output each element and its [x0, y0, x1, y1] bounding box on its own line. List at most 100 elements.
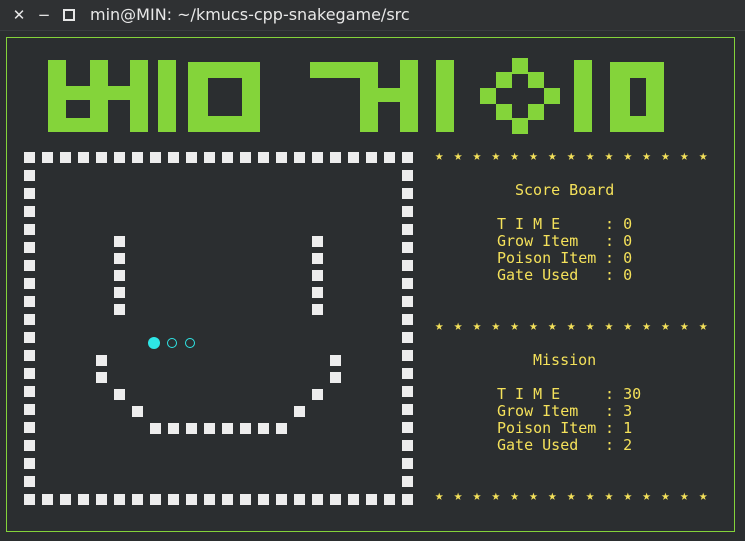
- obstacle-block: [312, 253, 323, 264]
- mission-gate-label: Gate Used: [497, 436, 579, 454]
- score-grow-value: 0: [623, 232, 633, 250]
- snake-body-segment: [185, 338, 195, 348]
- wall-block: [24, 476, 35, 487]
- score-time-label: T I M E: [497, 215, 561, 233]
- score-gate-value: 0: [623, 266, 633, 284]
- snake-body-segment: [167, 338, 177, 348]
- wall-block: [348, 152, 359, 163]
- score-board-title: Score Board: [515, 181, 615, 199]
- wall-block: [276, 152, 287, 163]
- wall-block: [78, 152, 89, 163]
- wall-block: [24, 368, 35, 379]
- wall-block: [24, 242, 35, 253]
- mission-grow-value: 3: [623, 402, 633, 420]
- obstacle-block: [96, 355, 107, 366]
- star-divider-top: ★ ★ ★ ★ ★ ★ ★ ★ ★ ★ ★ ★ ★ ★ ★: [435, 148, 709, 164]
- score-poison-value-sep: : 0: [605, 249, 633, 267]
- wall-block: [204, 494, 215, 505]
- obstacle-block: [330, 372, 341, 383]
- wall-block: [402, 494, 413, 505]
- obstacle-block: [258, 423, 269, 434]
- wall-block: [276, 494, 287, 505]
- score-poison-label: Poison Item: [497, 249, 597, 267]
- wall-block: [294, 152, 305, 163]
- mission-grow-value-sep: : 3: [605, 402, 633, 420]
- wall-block: [114, 152, 125, 163]
- obstacle-block: [312, 389, 323, 400]
- wall-block: [330, 494, 341, 505]
- wall-block: [24, 404, 35, 415]
- wall-block: [150, 494, 161, 505]
- obstacle-block: [294, 406, 305, 417]
- wall-block: [24, 350, 35, 361]
- wall-block: [24, 188, 35, 199]
- wall-block: [204, 152, 215, 163]
- wall-block: [60, 494, 71, 505]
- wall-block: [348, 494, 359, 505]
- obstacle-block: [114, 270, 125, 281]
- wall-block: [114, 494, 125, 505]
- wall-block: [402, 386, 413, 397]
- obstacle-block: [150, 423, 161, 434]
- wall-block: [402, 440, 413, 451]
- wall-block: [42, 152, 53, 163]
- wall-block: [402, 242, 413, 253]
- wall-block: [312, 494, 323, 505]
- wall-block: [240, 152, 251, 163]
- score-poison-value: 0: [623, 249, 633, 267]
- wall-block: [402, 458, 413, 469]
- wall-block: [402, 206, 413, 217]
- wall-block: [24, 332, 35, 343]
- obstacle-block: [240, 423, 251, 434]
- wall-block: [24, 440, 35, 451]
- wall-block: [312, 152, 323, 163]
- wall-block: [24, 494, 35, 505]
- wall-block: [24, 260, 35, 271]
- wall-block: [258, 494, 269, 505]
- wall-block: [402, 224, 413, 235]
- wall-block: [24, 206, 35, 217]
- mission-time-label: T I M E: [497, 385, 561, 403]
- star-divider-bottom: ★ ★ ★ ★ ★ ★ ★ ★ ★ ★ ★ ★ ★ ★ ★: [435, 488, 709, 504]
- wall-block: [222, 152, 233, 163]
- obstacle-block: [312, 236, 323, 247]
- obstacle-block: [204, 423, 215, 434]
- wall-block: [402, 476, 413, 487]
- obstacle-block: [186, 423, 197, 434]
- wall-block: [240, 494, 251, 505]
- wall-block: [402, 296, 413, 307]
- wall-block: [96, 152, 107, 163]
- wall-block: [42, 494, 53, 505]
- wall-block: [24, 458, 35, 469]
- wall-block: [168, 494, 179, 505]
- mission-poison-label: Poison Item: [497, 419, 597, 437]
- obstacle-block: [330, 355, 341, 366]
- mission-title: Mission: [533, 351, 597, 369]
- obstacle-block: [312, 304, 323, 315]
- wall-block: [24, 152, 35, 163]
- wall-block: [24, 386, 35, 397]
- score-time-value: 0: [623, 215, 633, 233]
- wall-block: [402, 152, 413, 163]
- mission-gate-value-sep: : 2: [605, 436, 633, 454]
- wall-block: [132, 152, 143, 163]
- game-board: [0, 0, 745, 541]
- wall-block: [402, 170, 413, 181]
- wall-block: [402, 332, 413, 343]
- mission-poison-value: 1: [623, 419, 633, 437]
- mission-time-value: 30: [623, 385, 642, 403]
- wall-block: [150, 152, 161, 163]
- obstacle-block: [114, 236, 125, 247]
- wall-block: [24, 314, 35, 325]
- obstacle-block: [114, 389, 125, 400]
- wall-block: [258, 152, 269, 163]
- wall-block: [24, 170, 35, 181]
- wall-block: [384, 152, 395, 163]
- obstacle-block: [114, 253, 125, 264]
- mission-time-value-sep: : 30: [605, 385, 642, 403]
- star-divider-middle: ★ ★ ★ ★ ★ ★ ★ ★ ★ ★ ★ ★ ★ ★ ★: [435, 318, 709, 334]
- obstacle-block: [312, 270, 323, 281]
- obstacle-block: [312, 287, 323, 298]
- obstacle-block: [114, 304, 125, 315]
- wall-block: [330, 152, 341, 163]
